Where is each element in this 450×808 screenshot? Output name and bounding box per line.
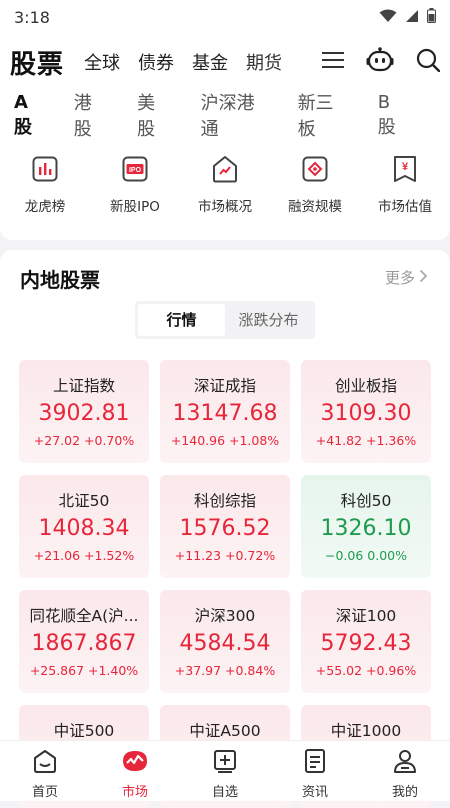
bottom-nav-profile[interactable]: 我的	[370, 741, 440, 800]
bar-chart-icon	[30, 154, 60, 184]
toggle-quotes[interactable]: 行情	[138, 304, 225, 336]
index-card[interactable]: 上证指数 3902.81 +27.02 +0.70%	[19, 360, 149, 463]
financing-icon	[300, 154, 330, 184]
bottom-nav: 首页 市场 自选 资讯 我的	[0, 740, 450, 801]
mainland-stocks-section: 内地股票 更多 行情 涨跌分布 上证指数 3902.81 +27.02 +0.7…	[0, 250, 450, 808]
svg-text:IPO: IPO	[129, 167, 142, 174]
index-card[interactable]: 深证100 5792.43 +55.02 +0.96%	[301, 590, 431, 693]
bottom-nav-news[interactable]: 资讯	[280, 741, 350, 800]
page-title: 股票	[10, 49, 65, 80]
tab-a-shares[interactable]: A股	[14, 92, 44, 151]
search-icon[interactable]	[416, 48, 441, 76]
index-card[interactable]: 创业板指 3109.30 +41.82 +1.36%	[301, 360, 431, 463]
robot-assistant-icon[interactable]	[366, 47, 394, 77]
quick-market-valuation[interactable]: ¥ 市场估值	[365, 154, 445, 215]
bottom-nav-watchlist[interactable]: 自选	[190, 741, 260, 800]
index-card[interactable]: 科创50 1326.10 −0.06 0.00%	[301, 475, 431, 578]
wifi-icon	[379, 8, 397, 27]
toggle-distribution[interactable]: 涨跌分布	[225, 304, 312, 336]
nav-futures[interactable]: 期货	[246, 49, 282, 75]
signal-icon	[405, 8, 419, 27]
quick-market-overview[interactable]: 市场概况	[185, 154, 265, 215]
battery-icon	[427, 7, 436, 27]
status-time: 3:18	[14, 7, 50, 27]
quick-dragon-tiger[interactable]: 龙虎榜	[5, 154, 85, 215]
top-nav: 股票 全球 债券 基金 期货	[0, 34, 450, 90]
market-house-icon	[210, 154, 240, 184]
bottom-nav-home[interactable]: 首页	[10, 741, 80, 800]
nav-global[interactable]: 全球	[84, 49, 120, 75]
status-bar: 3:18	[0, 0, 450, 34]
market-tabs: A股 港股 美股 沪深港通 新三板 B股	[0, 89, 450, 151]
ipo-icon: IPO	[120, 154, 150, 184]
watchlist-add-icon	[212, 748, 238, 778]
index-card[interactable]: 沪深300 4584.54 +37.97 +0.84%	[160, 590, 290, 693]
index-card[interactable]: 北证50 1408.34 +21.06 +1.52%	[19, 475, 149, 578]
nav-bonds[interactable]: 债券	[138, 49, 174, 75]
svg-text:¥: ¥	[402, 161, 409, 173]
quick-margin-scale[interactable]: 融资规模	[275, 154, 355, 215]
index-card[interactable]: 同花顺全A(沪... 1867.867 +25.867 +1.40%	[19, 590, 149, 693]
tab-hk-stocks[interactable]: 港股	[74, 89, 107, 141]
tab-us-stocks[interactable]: 美股	[137, 89, 170, 141]
bottom-nav-market[interactable]: 市场	[100, 741, 170, 800]
quick-entry-panel: 龙虎榜 IPO 新股IPO 市场概况 融资规模 ¥ 市场估值	[0, 140, 450, 365]
valuation-icon: ¥	[390, 154, 420, 184]
more-link[interactable]: 更多	[385, 267, 428, 288]
tab-connect[interactable]: 沪深港通	[201, 89, 268, 141]
view-toggle: 行情 涨跌分布	[135, 301, 315, 339]
tab-b-shares[interactable]: B股	[378, 92, 406, 139]
news-icon	[303, 748, 327, 778]
menu-icon[interactable]	[322, 51, 344, 73]
quick-new-ipo[interactable]: IPO 新股IPO	[95, 154, 175, 215]
chevron-right-icon	[419, 269, 428, 287]
tab-neeq[interactable]: 新三板	[298, 89, 348, 141]
index-card[interactable]: 深证成指 13147.68 +140.96 +1.08%	[160, 360, 290, 463]
home-icon	[32, 748, 58, 778]
profile-icon	[392, 748, 418, 778]
market-icon	[121, 748, 149, 778]
index-card[interactable]: 科创综指 1576.52 +11.23 +0.72%	[160, 475, 290, 578]
nav-funds[interactable]: 基金	[192, 49, 228, 75]
section-title: 内地股票	[20, 268, 100, 292]
